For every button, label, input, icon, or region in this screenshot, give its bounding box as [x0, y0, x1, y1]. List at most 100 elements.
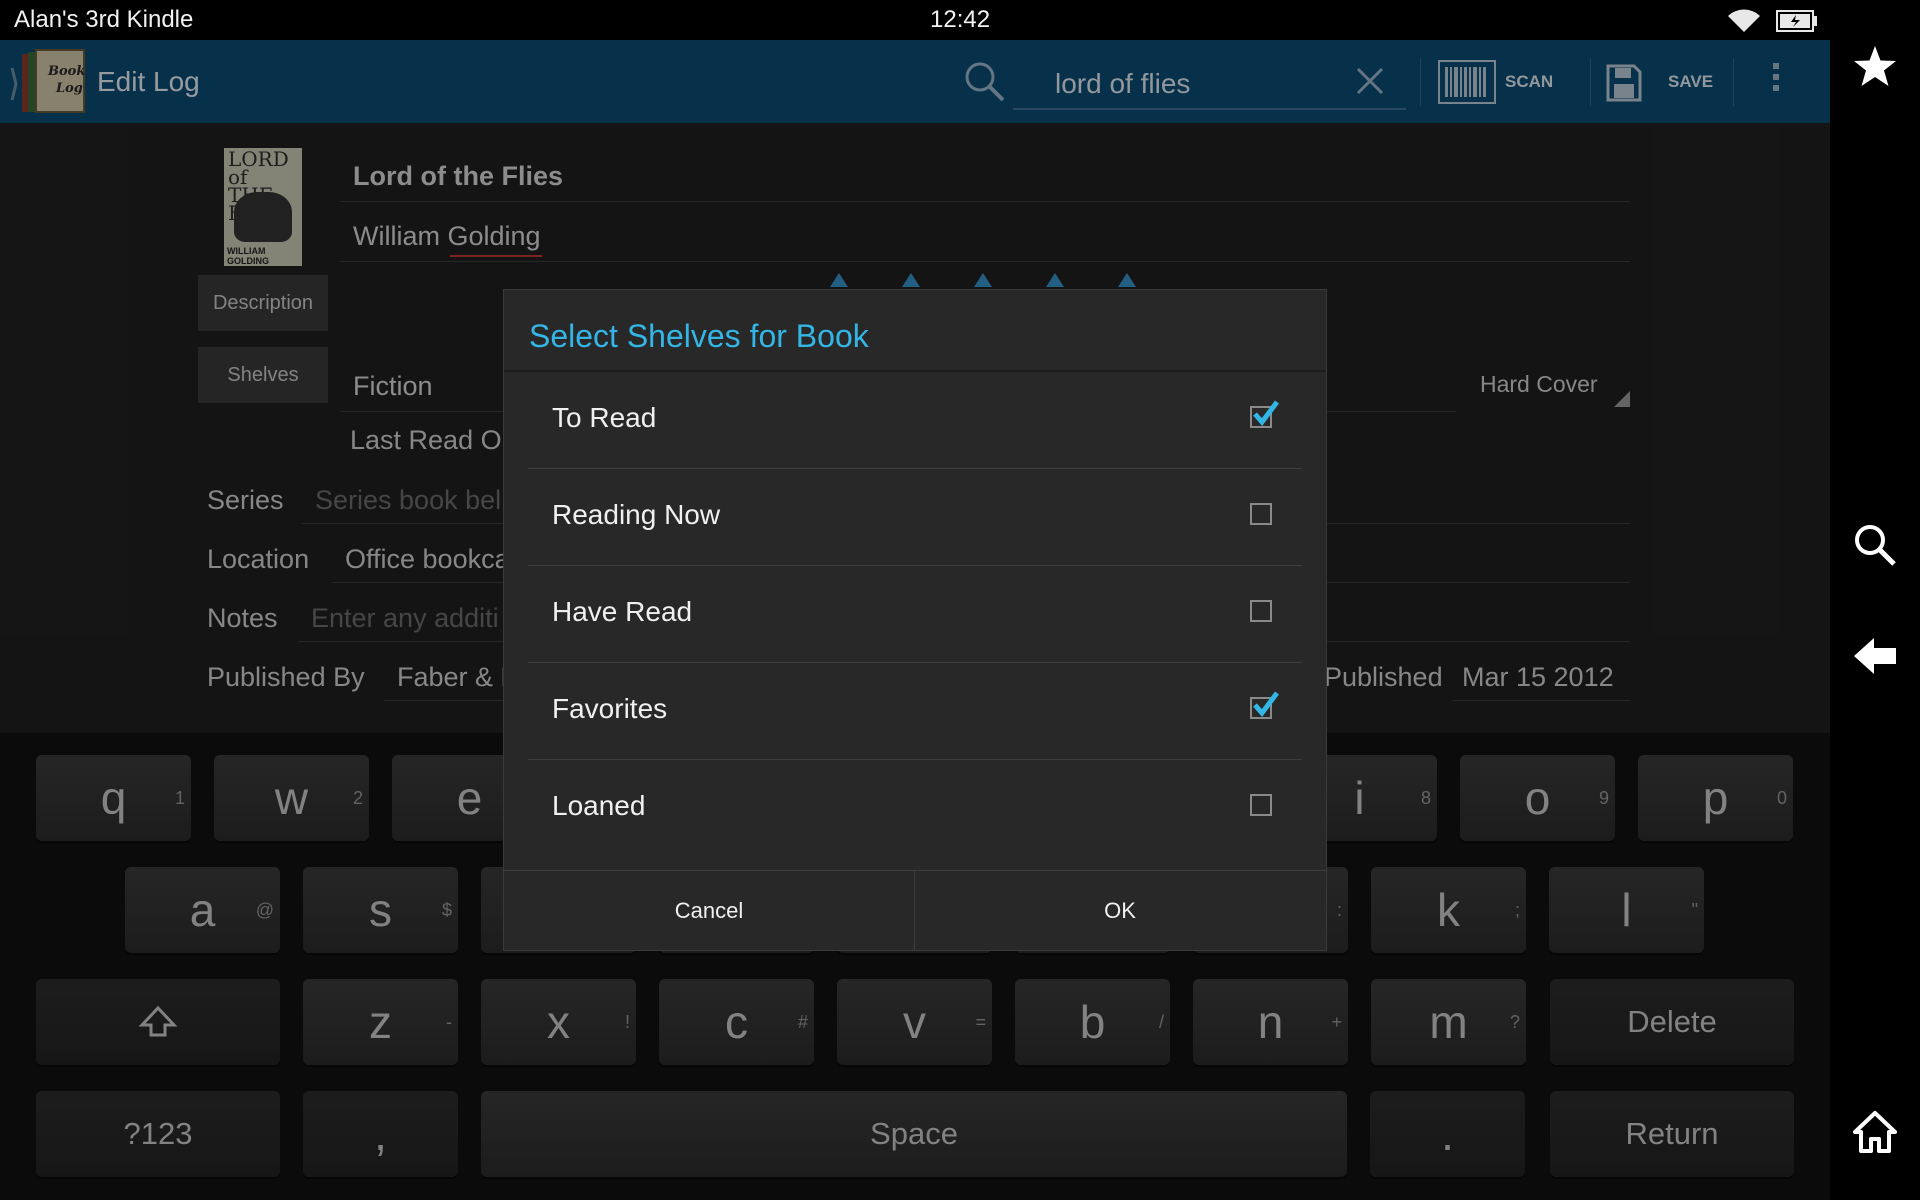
- shelf-option[interactable]: Have Read: [528, 566, 1302, 663]
- format-spinner[interactable]: Hard Cover: [1466, 363, 1630, 407]
- key-label: Space: [870, 1116, 958, 1151]
- published-date-value: Mar 15 2012: [1462, 662, 1614, 692]
- key-label: c: [725, 996, 748, 1048]
- checkbox-checked[interactable]: [1250, 691, 1279, 719]
- shelf-option[interactable]: Favorites: [528, 663, 1302, 760]
- key-alt-label: !: [624, 1012, 630, 1032]
- symbols-key[interactable]: ?123: [36, 1091, 280, 1177]
- clock: 12:42: [930, 6, 991, 33]
- key-w[interactable]: w2: [214, 755, 369, 841]
- key-alt-label: $: [441, 900, 452, 920]
- checkbox-unchecked[interactable]: [1250, 600, 1272, 622]
- key-label: o: [1524, 772, 1551, 824]
- key-b[interactable]: b /: [1015, 979, 1170, 1065]
- shelf-option[interactable]: Loaned: [528, 760, 1302, 856]
- app-screen: Alan's 3rd Kindle 12:42 Book Log Edit Lo…: [0, 0, 1830, 1200]
- back-arrow-icon[interactable]: [1852, 636, 1898, 676]
- key-label: Return: [1625, 1116, 1719, 1151]
- key-a[interactable]: a @: [125, 867, 280, 953]
- save-button[interactable]: SAVE: [1668, 72, 1713, 92]
- screen-title: Edit Log: [97, 66, 200, 97]
- key-label: e: [456, 772, 483, 824]
- return-key[interactable]: Return: [1550, 1091, 1794, 1177]
- checkbox-checked[interactable]: [1250, 400, 1279, 428]
- ok-button[interactable]: OK: [915, 871, 1325, 951]
- key-label: v: [903, 996, 926, 1048]
- space-key[interactable]: Space: [481, 1091, 1347, 1177]
- checkbox-unchecked[interactable]: [1250, 794, 1272, 816]
- key-label: Delete: [1627, 1004, 1717, 1039]
- key-n[interactable]: n +: [1193, 979, 1348, 1065]
- logo-text: Book: [48, 64, 86, 79]
- published-date-field[interactable]: Mar 15 2012: [1452, 652, 1630, 701]
- shelf-option-label: Favorites: [552, 693, 668, 724]
- key-s[interactable]: s $: [303, 867, 458, 953]
- published-label: Published: [1324, 662, 1443, 692]
- scan-button[interactable]: SCAN: [1505, 72, 1553, 92]
- author-field[interactable]: William Golding: [340, 213, 1630, 262]
- author-value: William Golding: [353, 221, 541, 251]
- action-divider: [1733, 58, 1734, 106]
- key-o[interactable]: o9: [1460, 755, 1615, 841]
- shift-key[interactable]: [36, 979, 280, 1065]
- key-z[interactable]: z-: [303, 979, 458, 1065]
- shelf-option-label: Loaned: [552, 790, 646, 821]
- comma-key[interactable]: ,: [303, 1091, 458, 1177]
- key-alt-label: 2: [352, 788, 363, 808]
- key-label: a: [189, 884, 216, 936]
- app-logo-up-button[interactable]: Book Log: [8, 48, 88, 116]
- key-label: x: [547, 996, 570, 1048]
- overflow-menu-icon[interactable]: [1770, 60, 1782, 104]
- key-alt-label: ;: [1514, 900, 1520, 920]
- key-label: i: [1354, 772, 1365, 824]
- shelf-option[interactable]: To Read: [528, 372, 1302, 469]
- key-k[interactable]: k;: [1371, 867, 1526, 953]
- select-shelves-dialog: Select Shelves for Book To Read Reading N…: [504, 290, 1326, 951]
- key-label: ,: [374, 1108, 387, 1160]
- key-label: .: [1441, 1108, 1454, 1160]
- key-v[interactable]: v =: [837, 979, 992, 1065]
- key-label: p: [1702, 772, 1729, 824]
- cancel-button[interactable]: Cancel: [504, 871, 914, 951]
- location-label: Location: [207, 544, 310, 574]
- key-x[interactable]: x!: [481, 979, 636, 1065]
- key-c[interactable]: c #: [659, 979, 814, 1065]
- book-cover-image[interactable]: LORD of THE FLIES WILLIAM GOLDING: [224, 148, 302, 266]
- cover-author-text: WILLIAM GOLDING: [227, 246, 269, 266]
- key-l[interactable]: l ": [1549, 867, 1704, 953]
- publisher-label: Published By: [207, 662, 365, 692]
- key-p[interactable]: p0: [1638, 755, 1793, 841]
- period-key[interactable]: .: [1370, 1091, 1525, 1177]
- key-m[interactable]: m?: [1371, 979, 1526, 1065]
- battery-icon: [1776, 10, 1817, 32]
- checkbox-unchecked[interactable]: [1250, 503, 1272, 525]
- search-icon[interactable]: [1852, 522, 1898, 568]
- key-label: n: [1257, 996, 1284, 1048]
- search-icon[interactable]: [963, 60, 1007, 104]
- publisher-value: Faber & F: [397, 662, 518, 692]
- spinner-arrow-icon: [1614, 391, 1630, 407]
- shelves-button[interactable]: Shelves: [198, 347, 328, 403]
- home-icon[interactable]: [1852, 1110, 1898, 1154]
- key-alt-label: :: [1336, 900, 1342, 920]
- description-button[interactable]: Description: [198, 275, 328, 331]
- last-read-label: Last Read Or: [350, 425, 511, 455]
- save-icon[interactable]: [1606, 64, 1642, 102]
- title-field[interactable]: Lord of the Flies: [340, 153, 1630, 202]
- star-icon[interactable]: [1852, 44, 1898, 88]
- key-alt-label: #: [797, 1012, 808, 1032]
- delete-key[interactable]: Delete: [1550, 979, 1794, 1065]
- action-divider: [1590, 58, 1591, 106]
- barcode-scan-icon[interactable]: [1438, 60, 1496, 104]
- clear-search-icon[interactable]: [1355, 66, 1385, 96]
- key-q[interactable]: q1: [36, 755, 191, 841]
- system-bar: [1830, 0, 1920, 1200]
- key-label: z: [369, 996, 392, 1048]
- search-input-value: lord of flies: [1055, 68, 1191, 99]
- key-alt-label: 1: [174, 788, 185, 808]
- shelf-option[interactable]: Reading Now: [528, 469, 1302, 566]
- series-placeholder: Series book bel: [315, 485, 502, 515]
- shelf-option-label: Reading Now: [552, 499, 721, 530]
- key-label: ?123: [123, 1116, 193, 1151]
- search-input[interactable]: lord of flies: [1013, 54, 1406, 110]
